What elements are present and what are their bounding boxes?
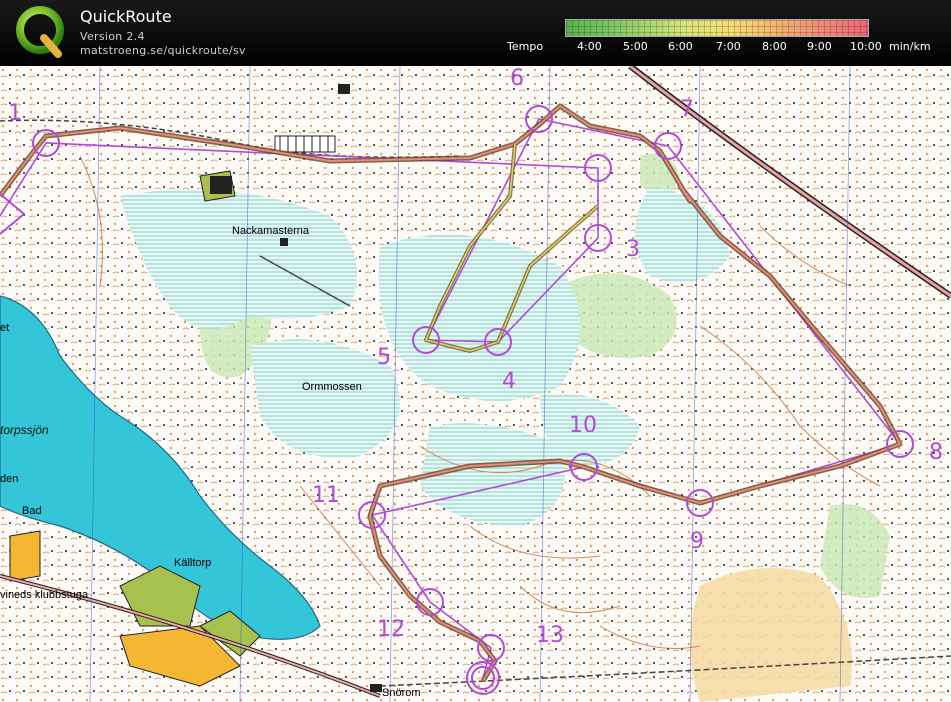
legend-tick: 6:00 xyxy=(668,40,693,53)
place-name: Snörom xyxy=(382,687,421,699)
map-canvas[interactable]: 1 3 4 5 6 7 8 9 10 11 12 13 Nackamastern… xyxy=(0,66,951,702)
control-number: 8 xyxy=(929,440,943,465)
quickroute-logo-icon xyxy=(16,6,64,58)
grandstand xyxy=(274,135,336,153)
legend-tick: 5:00 xyxy=(623,40,648,53)
control-number: 9 xyxy=(690,529,704,554)
place-name: Bad xyxy=(22,505,42,517)
control-number: 10 xyxy=(569,413,597,438)
control-number: 11 xyxy=(312,483,340,508)
control-number: 7 xyxy=(680,97,694,122)
legend-label: Tempo xyxy=(507,40,544,53)
legend-tick: 9:00 xyxy=(807,40,832,53)
place-name: den xyxy=(0,473,18,485)
legend-tick: 8:00 xyxy=(762,40,787,53)
place-name: torpssjön xyxy=(0,423,49,437)
place-name: Källtorp xyxy=(174,557,211,569)
app-header: QuickRoute Version 2.4 matstroeng.se/qui… xyxy=(0,0,951,66)
control-number: 4 xyxy=(502,369,516,394)
place-name: vineds klubbstuga xyxy=(0,589,89,601)
control-number: 5 xyxy=(377,345,391,370)
legend-unit: min/km xyxy=(889,40,931,53)
place-name: Ormmossen xyxy=(302,381,362,393)
app-title: QuickRoute xyxy=(80,7,172,26)
legend-tick: 10:00 xyxy=(850,40,882,53)
control-number: 6 xyxy=(510,66,524,91)
control-number: 1 xyxy=(8,101,22,126)
app-version: Version 2.4 xyxy=(80,30,145,43)
orienteering-map[interactable]: 1 3 4 5 6 7 8 9 10 11 12 13 Nackamastern… xyxy=(0,66,951,702)
legend-tick: 4:00 xyxy=(577,40,602,53)
open-field xyxy=(690,568,852,702)
control-number: 13 xyxy=(536,623,564,648)
place-name: Nackamasterna xyxy=(232,225,310,237)
control-number: 3 xyxy=(626,237,640,262)
legend-tick: 7:00 xyxy=(716,40,741,53)
legend-grid xyxy=(566,20,868,36)
place-name: et xyxy=(0,322,9,334)
control-number: 12 xyxy=(377,617,405,642)
pace-legend-bar xyxy=(565,19,869,37)
app-url-link[interactable]: matstroeng.se/quickroute/sv xyxy=(80,44,246,57)
